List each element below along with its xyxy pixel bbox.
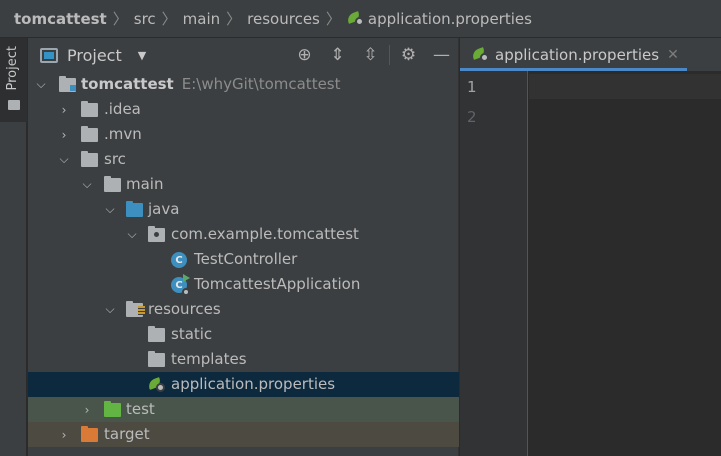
folder-icon [81,101,98,117]
tree-label: .idea [104,100,141,118]
breadcrumb-item-application-properties[interactable]: application.properties [368,10,532,28]
tree-label: application.properties [171,375,336,393]
folder-icon [8,100,20,110]
project-panel: Project ▼ ⊕ ⇕ ⇳ ⚙ — ⌵ tomcattest E:\whyGi… [28,38,459,456]
module-path: E:\whyGit\tomcattest [181,75,341,93]
line-number: 1 [467,78,477,96]
collapse-all-icon[interactable]: ⇳ [354,38,387,72]
chevron-right-icon[interactable]: › [57,122,71,147]
tree-label: target [104,425,150,443]
editor-tab-bar: application.properties ✕ [460,38,721,71]
tree-label: TomcattestApplication [194,275,361,293]
folder-icon [104,176,121,192]
chevron-down-icon[interactable]: ⌵ [103,197,117,222]
chevron-right-icon[interactable]: › [57,97,71,122]
tree-label: test [126,400,155,418]
tab-label: application.properties [495,45,660,64]
tree-row-tomcattest[interactable]: ⌵ tomcattest E:\whyGit\tomcattest [28,72,459,97]
tree-label: com.example.tomcattest [171,225,359,243]
folder-icon [148,326,165,342]
breadcrumb-item-resources[interactable]: resources [247,10,320,28]
tree-label: tomcattest E:\whyGit\tomcattest [81,75,341,93]
project-tool-tab[interactable]: Project [0,38,27,122]
chevron-right-icon: 〉 [226,10,242,28]
tree-row-tomcattestapplication[interactable]: C TomcattestApplication [28,272,459,297]
class-icon: C [171,252,187,268]
folder-icon [81,151,98,167]
module-folder-icon [59,76,76,92]
tool-window-strip: Project [0,38,27,456]
folder-icon [81,126,98,142]
tree-label: src [104,150,126,168]
editor-area[interactable]: 1 2 [460,71,721,456]
tree-label: java [148,200,180,218]
chevron-down-icon[interactable]: ⌵ [34,72,48,97]
chevron-right-icon: 〉 [325,10,341,28]
spring-properties-icon [470,47,489,62]
close-icon[interactable]: ✕ [667,47,679,63]
tree-label: .mvn [104,125,142,143]
chevron-right-icon: 〉 [161,10,177,28]
tree-row-java[interactable]: ⌵ java [28,197,459,222]
tree-row-resources[interactable]: ⌵ resources [28,297,459,322]
caret-down-icon[interactable]: ▼ [138,49,146,62]
tree-row-testcontroller[interactable]: C TestController [28,247,459,272]
chevron-right-icon[interactable]: › [57,422,71,447]
project-panel-header: Project ▼ ⊕ ⇕ ⇳ ⚙ — [28,38,458,72]
tree-row-src[interactable]: ⌵ src [28,147,459,172]
tree-label: static [171,325,213,343]
hide-icon[interactable]: — [425,38,458,72]
chevron-down-icon[interactable]: ⌵ [57,147,71,172]
spring-boot-class-icon: C [171,274,190,296]
chevron-right-icon: 〉 [112,10,128,28]
current-line-highlight [529,74,721,99]
chevron-down-icon[interactable]: ⌵ [80,172,94,197]
tree-row-mvn[interactable]: › .mvn [28,122,459,147]
line-number-gutter: 1 2 [460,71,528,456]
breadcrumb: tomcattest 〉 src 〉 main 〉 resources 〉 ap… [0,0,721,38]
chevron-down-icon[interactable]: ⌵ [103,297,117,322]
tree-row-package[interactable]: ⌵ com.example.tomcattest [28,222,459,247]
tree-row-target[interactable]: › target [28,422,459,447]
tree-row-main[interactable]: ⌵ main [28,172,459,197]
test-folder-icon [104,401,121,417]
project-tool-tab-label: Project [5,46,20,91]
tree-row-templates[interactable]: templates [28,347,459,372]
project-panel-title[interactable]: Project [67,46,122,65]
tree-row-test[interactable]: › test [28,397,459,422]
package-icon [148,226,165,242]
expand-all-icon[interactable]: ⇕ [321,38,354,72]
tree-label: main [126,175,164,193]
resources-folder-icon [126,301,145,317]
spring-properties-icon [345,11,364,26]
spring-properties-icon [146,377,165,392]
excluded-folder-icon [81,426,98,442]
chevron-down-icon[interactable]: ⌵ [125,222,139,247]
tree-label: resources [148,300,221,318]
project-view-icon [40,47,58,63]
tree-row-static[interactable]: static [28,322,459,347]
source-folder-icon [126,201,143,217]
folder-icon [148,351,165,367]
breadcrumb-item-tomcattest[interactable]: tomcattest [14,10,107,28]
gear-icon[interactable]: ⚙ [392,38,425,72]
panel-toolbar: ⊕ ⇕ ⇳ ⚙ — [288,38,458,72]
project-tree: ⌵ tomcattest E:\whyGit\tomcattest › .idea… [28,72,459,447]
tree-label: templates [171,350,247,368]
tree-label: TestController [194,250,298,268]
tab-application-properties[interactable]: application.properties ✕ [460,38,687,71]
tree-row-idea[interactable]: › .idea [28,97,459,122]
chevron-right-icon[interactable]: › [80,397,94,422]
line-number: 2 [467,108,477,126]
breadcrumb-item-src[interactable]: src [134,10,156,28]
tree-row-application-properties[interactable]: application.properties [28,372,459,397]
toolbar-divider [389,45,390,65]
locate-icon[interactable]: ⊕ [288,38,321,72]
breadcrumb-item-main[interactable]: main [183,10,220,28]
